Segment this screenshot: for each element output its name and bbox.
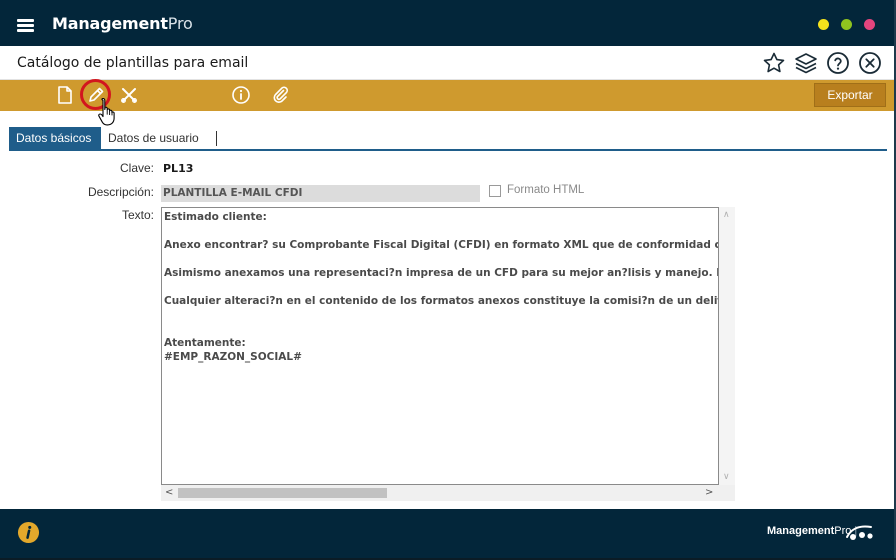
hand-cursor-icon: [98, 97, 115, 126]
texto-line: Anexo encontrar? su Comprobante Fiscal D…: [164, 239, 718, 251]
horizontal-scroll-thumb[interactable]: [178, 488, 387, 498]
delete-icon[interactable]: [119, 85, 139, 105]
tab-datos-basicos[interactable]: Datos básicos: [9, 127, 101, 149]
texto-textarea[interactable]: Estimado cliente: Anexo encontrar? su Co…: [161, 207, 719, 485]
maximize-button[interactable]: [841, 19, 852, 30]
brand-logo-icon: [846, 525, 873, 540]
texto-line: Estimado cliente:: [164, 211, 267, 223]
page-header: Catálogo de plantillas para email: [0, 46, 896, 80]
texto-line: Asimismo anexamos una representaci?n imp…: [164, 267, 718, 279]
info-circle-icon[interactable]: [17, 521, 40, 544]
texto-line: [164, 224, 718, 238]
app-brand: ManagementPro: [52, 14, 193, 33]
vertical-scrollbar[interactable]: ∧ ∨: [719, 207, 735, 485]
scroll-corner: [719, 485, 735, 501]
texto-line: [164, 252, 718, 266]
help-icon[interactable]: [826, 51, 850, 75]
new-document-icon[interactable]: [55, 85, 75, 105]
menu-icon[interactable]: [17, 19, 34, 32]
texto-line: #EMP_RAZON_SOCIAL#: [164, 351, 302, 363]
tab-datos-usuario[interactable]: Datos de usuario: [101, 127, 206, 149]
formato-html-label: Formato HTML: [507, 184, 585, 196]
descripcion-label: Descripción:: [87, 185, 154, 199]
app-top-bar: ManagementPro: [0, 0, 896, 46]
descripcion-field[interactable]: PLANTILLA E-MAIL CFDI: [161, 185, 480, 202]
star-icon[interactable]: [762, 51, 786, 75]
texto-line: [164, 322, 718, 336]
scroll-left-icon[interactable]: <: [165, 488, 173, 498]
texto-line: Cualquier alteraci?n en el contenido de …: [164, 295, 718, 307]
tab-bar: Datos básicos Datos de usuario: [9, 127, 887, 151]
scroll-down-icon[interactable]: ∨: [723, 473, 731, 482]
tab-divider: [216, 131, 217, 146]
texto-line: Atentamente:: [164, 337, 246, 349]
minimize-button[interactable]: [818, 19, 829, 30]
info-icon[interactable]: [231, 85, 251, 105]
footer-brand: ManagementPro |: [767, 525, 858, 537]
texto-content: Estimado cliente: Anexo encontrar? su Co…: [164, 210, 718, 364]
close-window-button[interactable]: [864, 19, 875, 30]
close-circle-icon[interactable]: [858, 51, 882, 75]
horizontal-scrollbar[interactable]: < >: [161, 485, 719, 501]
formato-html-checkbox[interactable]: [489, 185, 501, 197]
texto-label: Texto:: [121, 208, 154, 222]
scroll-up-icon[interactable]: ∧: [723, 211, 731, 220]
export-button[interactable]: Exportar: [814, 83, 886, 107]
texto-line: [164, 280, 718, 294]
layers-icon[interactable]: [794, 51, 818, 75]
clave-label: Clave:: [119, 161, 154, 175]
clave-field[interactable]: PL13: [161, 160, 264, 177]
page-title: Catálogo de plantillas para email: [17, 55, 249, 71]
texto-editor: Estimado cliente: Anexo encontrar? su Co…: [161, 207, 735, 501]
toolbar: [0, 80, 896, 111]
app-footer: ManagementPro |: [0, 509, 896, 560]
texto-line: [164, 308, 718, 322]
scroll-right-icon[interactable]: >: [705, 488, 713, 498]
attach-icon[interactable]: [270, 85, 290, 105]
